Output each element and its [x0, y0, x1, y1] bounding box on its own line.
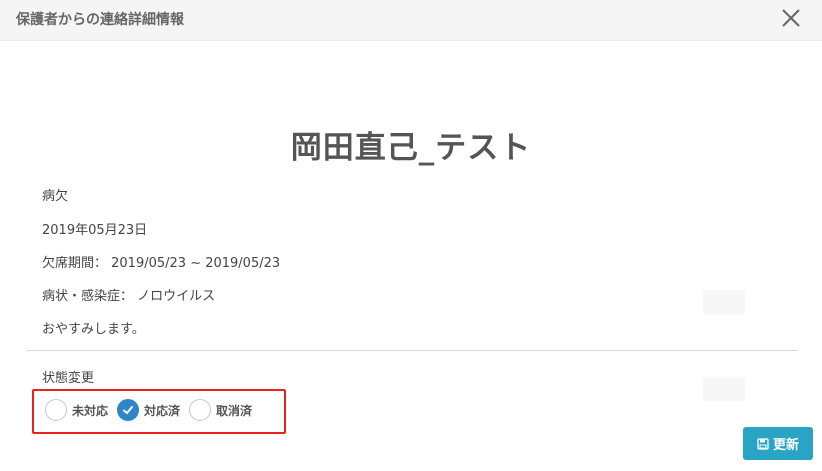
radio-circle	[189, 399, 212, 421]
floppy-disk-icon	[757, 437, 769, 450]
radio-label: 未対応	[72, 403, 109, 418]
contact-message: おやすみします。	[42, 322, 145, 337]
student-name: 岡田直己_テスト	[290, 130, 532, 166]
radio-circle	[45, 399, 67, 421]
status-change-label: 状態変更	[42, 371, 95, 386]
check-icon	[123, 406, 134, 414]
update-button-label: 更新	[772, 438, 799, 453]
close-icon	[782, 9, 800, 27]
background-overlay-shape	[703, 290, 745, 314]
radio-circle-checked	[117, 399, 140, 421]
absence-period: 欠席期間： 2019/05/23 ~ 2019/05/23	[42, 256, 281, 271]
radio-unhandled[interactable]: 未対応	[45, 399, 108, 421]
radio-label: 対応済	[144, 403, 181, 418]
modal-title: 保護者からの連絡詳細情報	[16, 12, 184, 28]
symptom: 病状・感染症： ノロウイルス	[42, 289, 216, 304]
update-button[interactable]: 更新	[743, 427, 813, 460]
radio-handled[interactable]: 対応済	[117, 399, 180, 421]
modal-header: 保護者からの連絡詳細情報	[0, 0, 822, 41]
close-button[interactable]	[780, 7, 802, 29]
contact-type: 病欠	[42, 189, 69, 204]
background-overlay-shape	[703, 377, 745, 401]
status-radio-group: 未対応 対応済 取消済	[45, 398, 261, 422]
radio-cancelled[interactable]: 取消済	[189, 399, 252, 421]
contact-date: 2019年05月23日	[42, 223, 148, 238]
radio-label: 取消済	[216, 403, 253, 418]
divider	[27, 350, 798, 351]
